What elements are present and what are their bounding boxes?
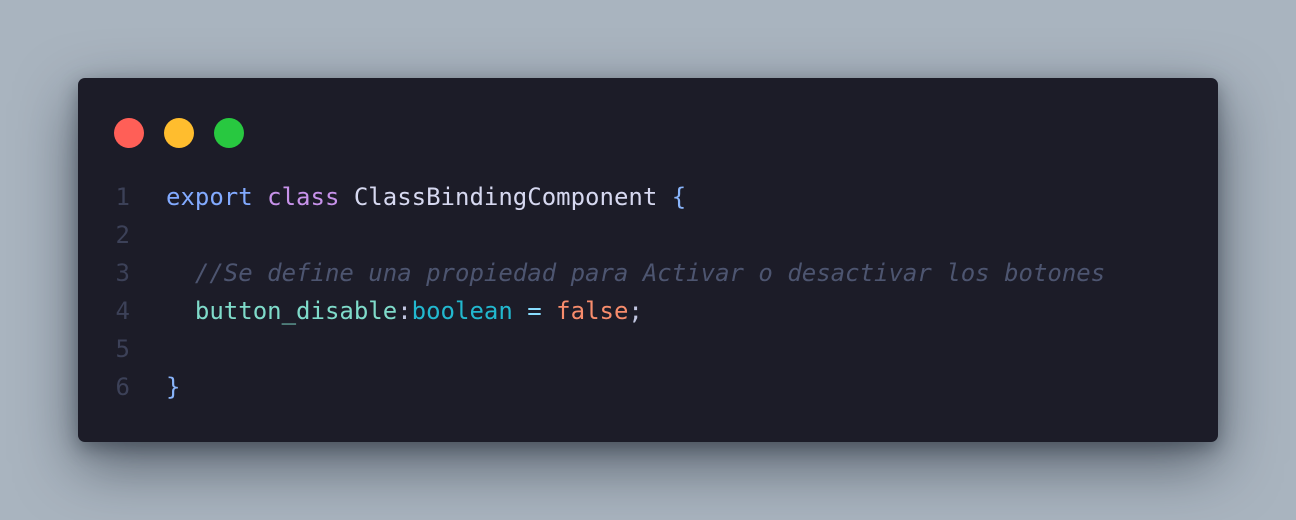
line-number: 1: [115, 183, 130, 211]
close-dot-icon[interactable]: [114, 118, 144, 148]
code-token-keyword: export: [166, 183, 253, 211]
line-number: 2: [115, 221, 130, 249]
line-number: 5: [115, 335, 130, 363]
code-line: 6}: [78, 368, 1218, 406]
code-token-type: boolean: [411, 297, 513, 325]
line-source: }: [166, 368, 180, 406]
code-line: 2: [78, 216, 1218, 254]
code-token-comment: //Se define una propiedad para Activar o…: [194, 259, 1106, 287]
code-line: 5: [78, 330, 1218, 368]
code-token-class-name: ClassBindingComponent: [353, 183, 658, 211]
code-line: 3 //Se define una propiedad para Activar…: [78, 254, 1218, 292]
code-line: 4 button_disable:boolean = false;: [78, 292, 1218, 330]
code-token-storage: class: [267, 183, 340, 211]
code-editor: 1 export class ClassBindingComponent {2 3 …: [78, 178, 1218, 406]
code-window: 1 export class ClassBindingComponent {2 3 …: [78, 78, 1218, 442]
line-source: button_disable:boolean = false;: [166, 292, 643, 330]
code-token-brace: {: [671, 183, 687, 211]
line-source: export class ClassBindingComponent {: [166, 178, 686, 216]
code-token-property: button_disable: [194, 297, 398, 325]
code-token-literal: false: [556, 297, 629, 325]
minimize-dot-icon[interactable]: [164, 118, 194, 148]
code-token-brace: }: [166, 373, 181, 401]
line-number: 3: [115, 259, 130, 287]
maximize-dot-icon[interactable]: [214, 118, 244, 148]
line-source: //Se define una propiedad para Activar o…: [166, 254, 1105, 292]
line-number: 4: [115, 297, 130, 325]
code-line: 1 export class ClassBindingComponent {: [78, 178, 1218, 216]
line-number: 6: [115, 373, 130, 401]
code-token-operator: =: [527, 297, 542, 325]
code-token-punctuation: :: [397, 297, 412, 325]
code-token-punctuation: ;: [628, 297, 643, 325]
